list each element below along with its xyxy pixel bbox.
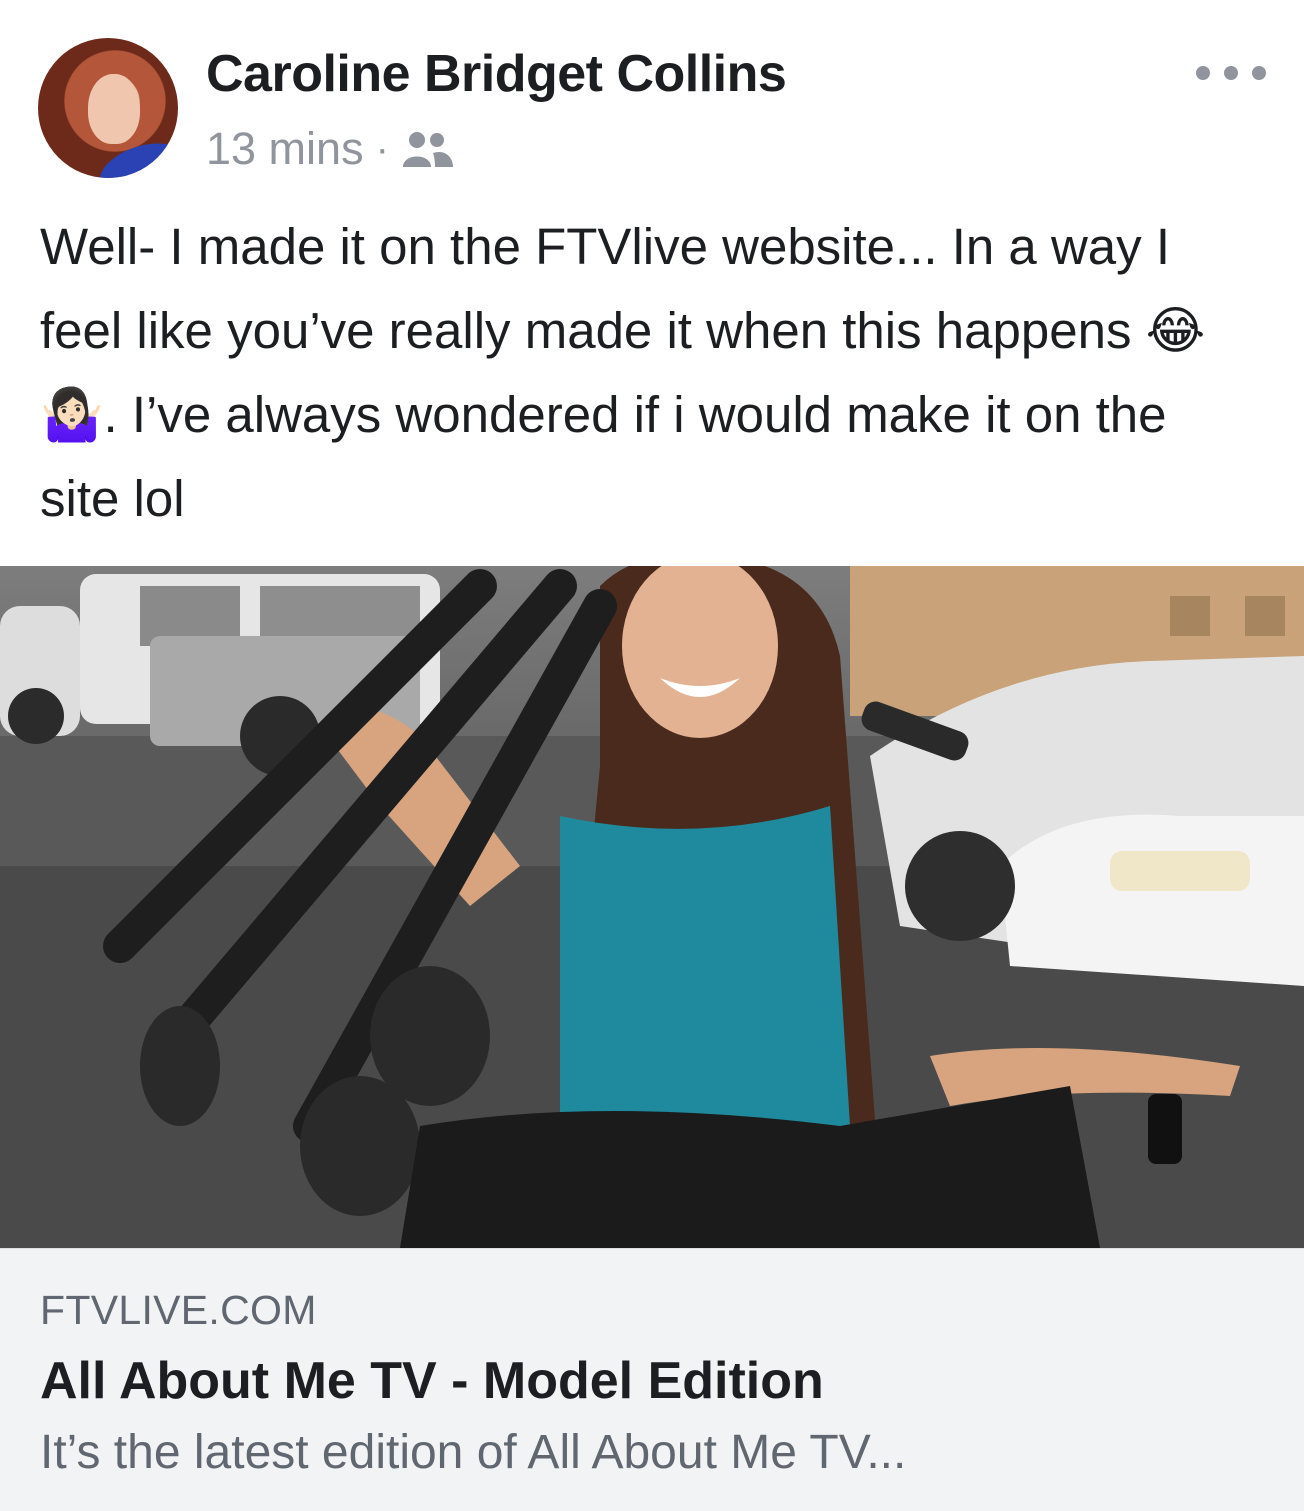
link-title[interactable]: All About Me TV - Model Edition — [40, 1351, 824, 1411]
link-description: It’s the latest edition of All About Me … — [40, 1426, 907, 1479]
avatar-face — [88, 74, 140, 144]
post-meta: 13 mins · — [206, 122, 455, 176]
link-preview[interactable]: FTVLIVE.COM All About Me TV - Model Edit… — [0, 1248, 1304, 1511]
post-photo[interactable] — [0, 566, 1304, 1248]
post-timestamp[interactable]: 13 mins — [206, 123, 364, 175]
meta-separator: · — [375, 126, 389, 171]
post-text: Well- I made it on the FTVlive website..… — [40, 218, 1206, 527]
more-dot — [1196, 66, 1210, 80]
friends-icon[interactable] — [401, 129, 455, 169]
author-avatar[interactable] — [38, 38, 178, 178]
more-dot — [1252, 66, 1266, 80]
facebook-post: Caroline Bridget Collins 13 mins · Well-… — [0, 0, 1304, 1511]
more-dot — [1224, 66, 1238, 80]
link-domain: FTVLIVE.COM — [40, 1287, 317, 1333]
photo-illustration — [0, 566, 1304, 1248]
more-options-icon[interactable] — [1196, 56, 1266, 90]
author-name[interactable]: Caroline Bridget Collins — [206, 44, 787, 104]
